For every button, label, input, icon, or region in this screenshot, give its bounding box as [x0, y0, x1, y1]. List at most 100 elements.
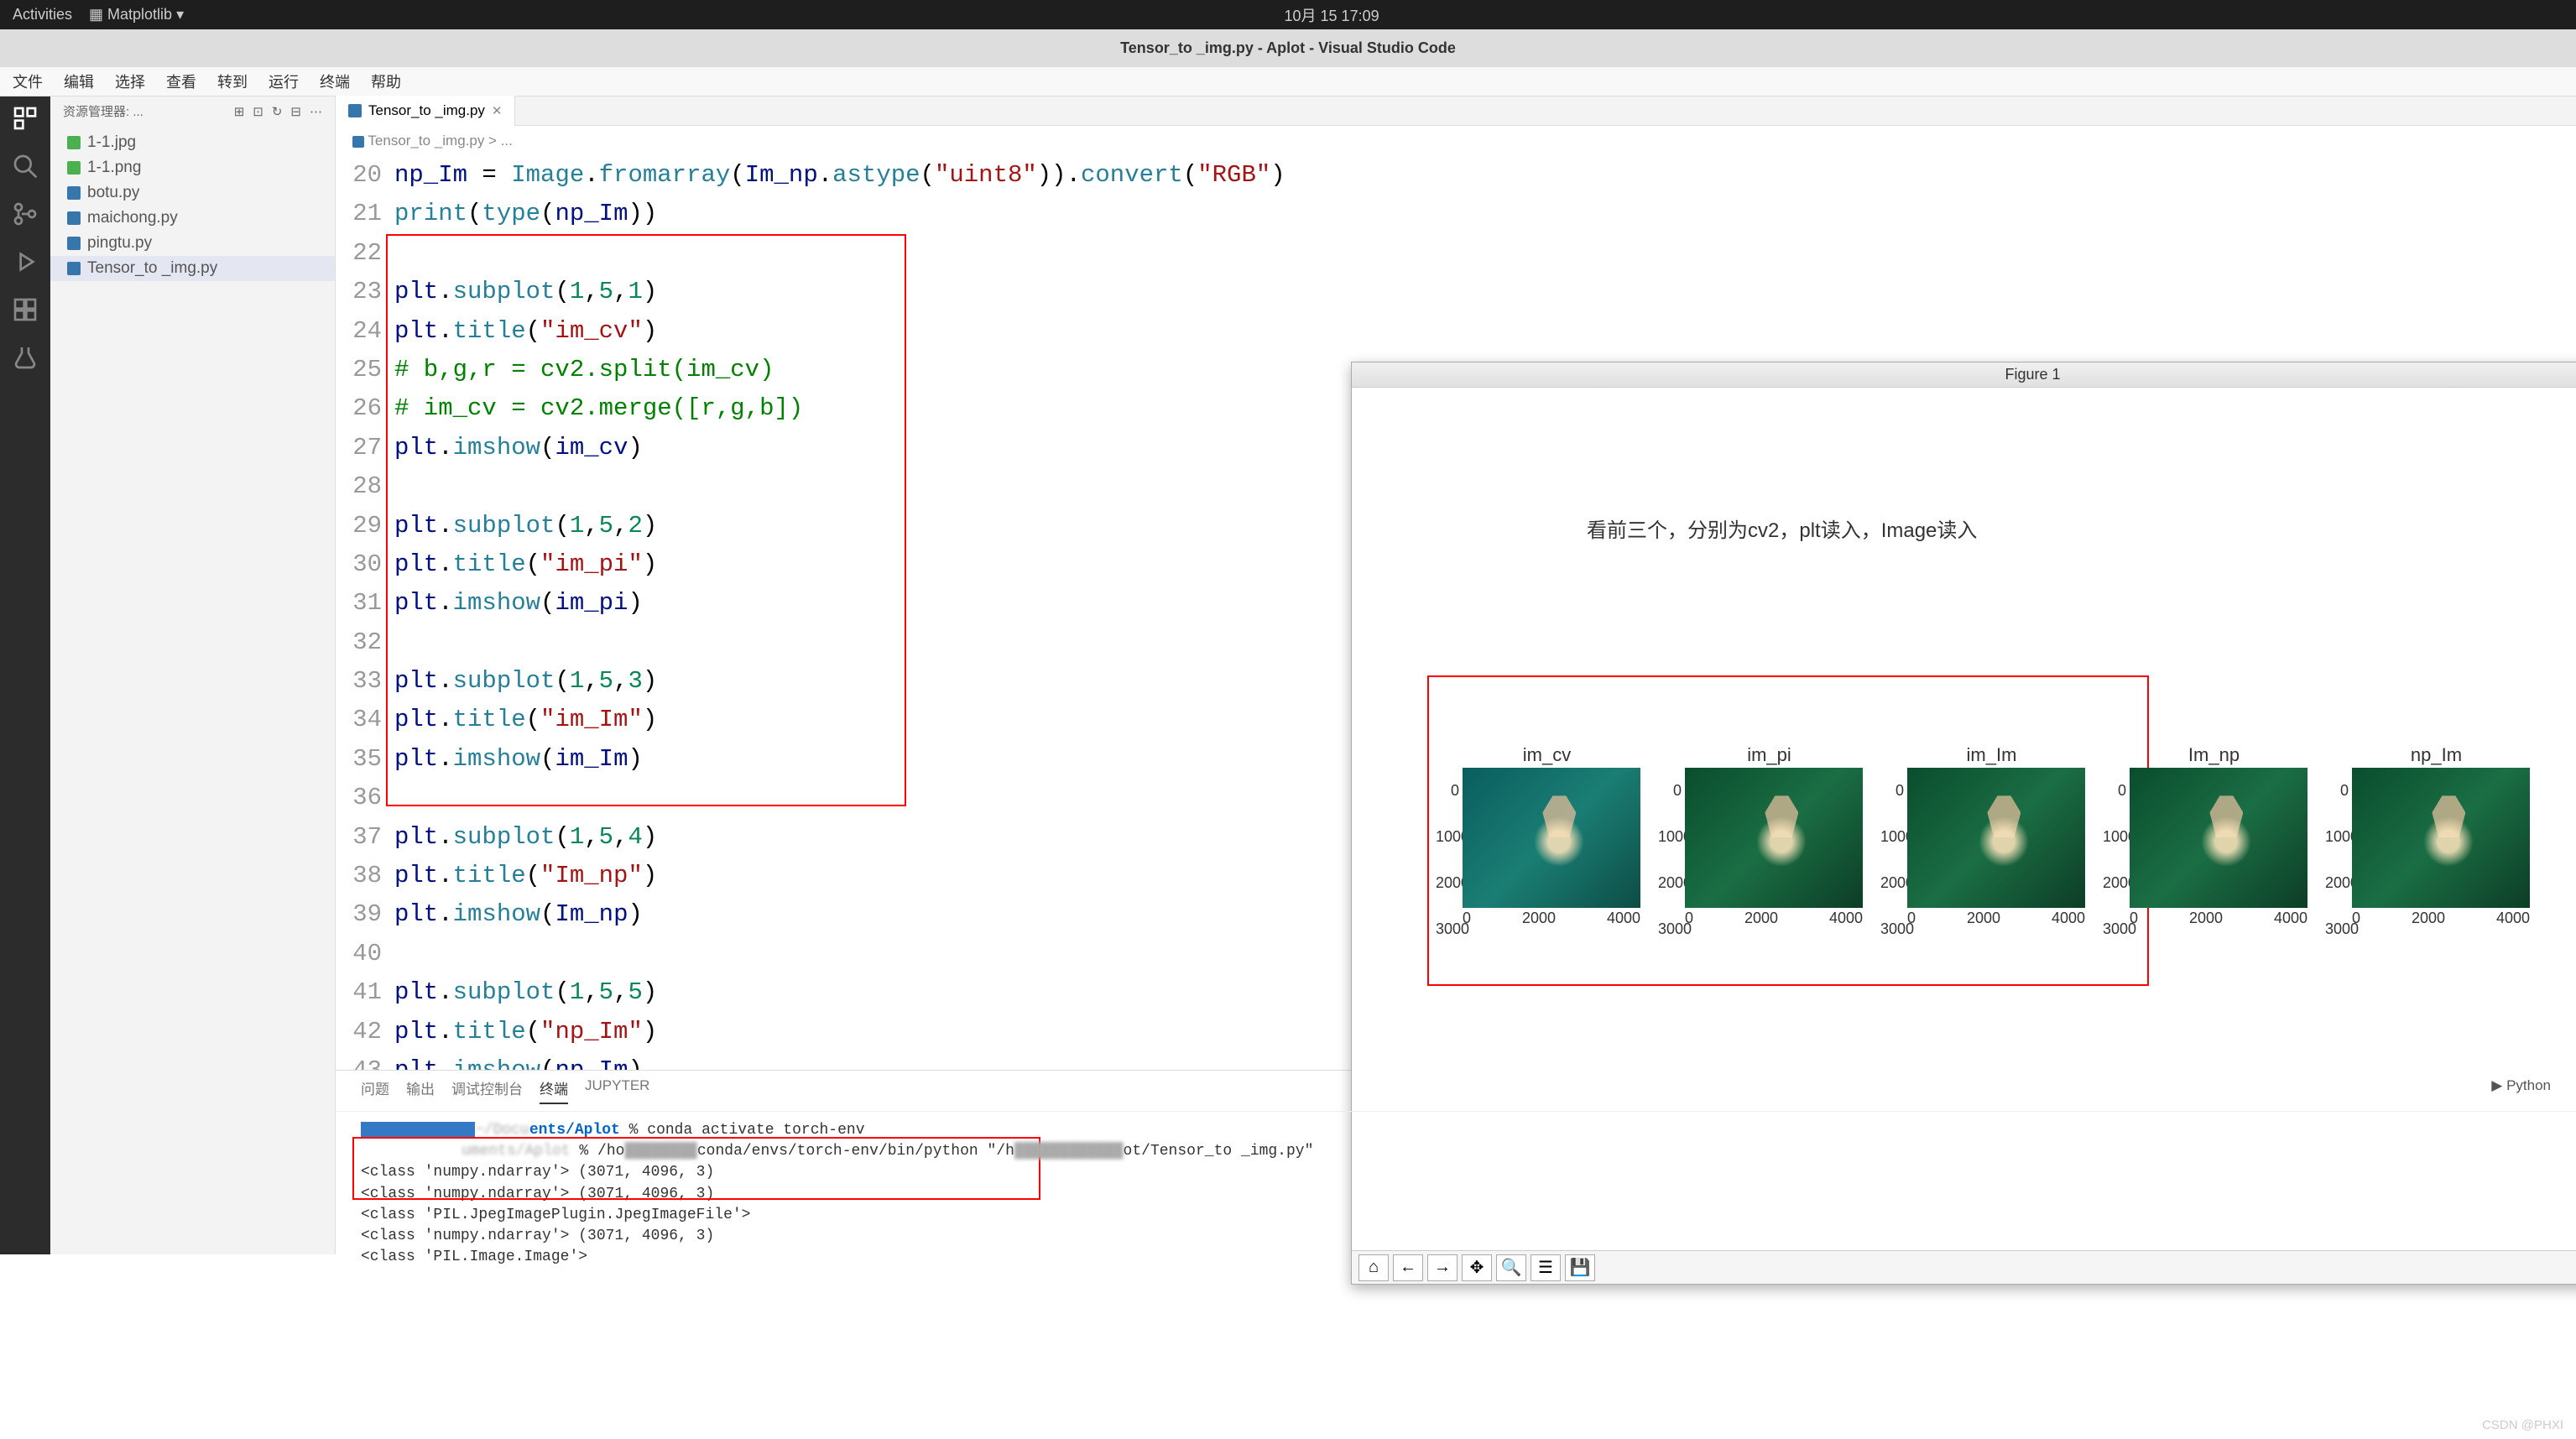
subplot-title: im_pi: [1658, 744, 1880, 766]
breadcrumb-text: Tensor_to _img.py > ...: [368, 133, 512, 149]
new-folder-icon[interactable]: ⊡: [253, 104, 263, 119]
menu-item[interactable]: 文件: [8, 69, 47, 94]
window-title-bar: Tensor_to _img.py - Aplot - Visual Studi…: [0, 29, 2576, 67]
extensions-icon[interactable]: [12, 296, 39, 323]
panel-tab[interactable]: 终端: [540, 1077, 568, 1104]
x-axis-ticks: 020004000: [1685, 910, 1863, 927]
line-number: 25: [336, 351, 382, 389]
code-line[interactable]: np_Im = Image.fromarray(Im_np.astype("ui…: [394, 156, 2576, 195]
activities-button[interactable]: Activities: [13, 6, 72, 23]
line-number: 24: [336, 312, 382, 351]
collapse-icon[interactable]: ⊟: [290, 104, 301, 119]
panel-tabs: 问题输出调试控制台终端 JUPYTER ▶ Python: [336, 1071, 2576, 1112]
tab-bar: Tensor_to _img.py ✕: [336, 96, 2576, 126]
file-item[interactable]: Tensor_to _img.py: [50, 256, 335, 281]
line-number: 40: [336, 935, 382, 973]
line-number: 31: [336, 584, 382, 623]
panel-tab[interactable]: 调试控制台: [451, 1077, 523, 1104]
terminal-line: ~/Docuents/Aplot % conda activate torch-…: [361, 1120, 2551, 1141]
terminal-output[interactable]: ~/Docuents/Aplot % conda activate torch-…: [336, 1112, 2576, 1276]
python-file-icon: [67, 262, 81, 275]
refresh-icon[interactable]: ↻: [272, 104, 283, 119]
file-name-label: maichong.py: [87, 209, 178, 227]
testing-icon[interactable]: [12, 344, 39, 371]
menu-item[interactable]: 帮助: [367, 69, 405, 94]
subplot: im_Im0100020003000020004000: [1880, 744, 2103, 927]
gnome-top-bar: Activities ▦ Matplotlib ▾ 10月 15 17:09: [0, 0, 2576, 29]
app-indicator[interactable]: ▦ Matplotlib ▾: [89, 6, 184, 23]
activity-bar: [0, 96, 50, 1254]
y-axis-ticks: 0100020003000: [2103, 768, 2126, 952]
line-number: 43: [336, 1051, 382, 1070]
menu-item[interactable]: 终端: [315, 69, 354, 94]
line-number-gutter: 2021222324252627282930313233343536373839…: [336, 156, 394, 1070]
subplot-image: [2130, 768, 2307, 908]
file-name-label: 1-1.png: [87, 159, 141, 177]
sidebar-header: 资源管理器: ... ⊞ ⊡ ↻ ⊟ ⋯: [50, 96, 335, 126]
tab-label: Tensor_to _img.py: [368, 102, 485, 119]
y-axis-ticks: 0100020003000: [2325, 768, 2349, 952]
line-number: 28: [336, 467, 382, 506]
search-icon[interactable]: [12, 153, 39, 180]
menu-item[interactable]: 查看: [162, 69, 201, 94]
terminal-language-indicator[interactable]: ▶ Python: [2491, 1077, 2551, 1094]
new-file-icon[interactable]: ⊞: [234, 104, 245, 119]
line-number: 39: [336, 895, 382, 934]
code-line[interactable]: plt.subplot(1,5,1): [394, 273, 2576, 311]
code-line[interactable]: [394, 234, 2576, 273]
menu-item[interactable]: 运行: [264, 69, 303, 94]
file-list: 1-1.jpg 1-1.png botu.py maichong.py pingtu.p…: [50, 126, 335, 285]
menu-item[interactable]: 转到: [213, 69, 252, 94]
line-number: 35: [336, 740, 382, 779]
file-name-label: Tensor_to _img.py: [87, 259, 217, 278]
code-line[interactable]: print(type(np_Im)): [394, 195, 2576, 233]
figure-titlebar[interactable]: Figure 1 — ▢ ✕: [1352, 362, 2576, 388]
subplot-title: im_cv: [1436, 744, 1658, 766]
figure-title: Figure 1: [2005, 366, 2060, 383]
line-number: 29: [336, 507, 382, 545]
terminal-output-line: <class 'numpy.ndarray'> (3071, 4096, 3): [361, 1226, 2551, 1247]
terminal-line: uments/Aplot % /ho████████conda/envs/tor…: [361, 1141, 2551, 1162]
editor-area: Tensor_to _img.py ✕ Tensor_to _img.py > …: [336, 96, 2576, 1254]
subplot-title: np_Im: [2325, 744, 2547, 766]
file-item[interactable]: botu.py: [50, 180, 335, 206]
explorer-sidebar: 资源管理器: ... ⊞ ⊡ ↻ ⊟ ⋯ 1-1.jpg 1-1.png botu.…: [50, 96, 336, 1254]
line-number: 27: [336, 429, 382, 467]
panel-tab[interactable]: 输出: [406, 1077, 435, 1104]
panel-tab[interactable]: JUPYTER: [585, 1077, 649, 1104]
close-tab-icon[interactable]: ✕: [492, 103, 503, 118]
subplot-image: [2352, 768, 2530, 908]
file-item[interactable]: maichong.py: [50, 206, 335, 231]
image-file-icon: [67, 136, 81, 149]
line-number: 37: [336, 818, 382, 857]
y-axis-ticks: 0100020003000: [1436, 768, 1459, 952]
source-control-icon[interactable]: [12, 201, 39, 227]
subplot-image: [1463, 768, 1640, 908]
subplot-row: im_cv0100020003000020004000im_pi01000200…: [1436, 744, 2547, 927]
file-item[interactable]: 1-1.png: [50, 155, 335, 180]
x-axis-ticks: 020004000: [1907, 910, 2085, 927]
x-axis-ticks: 020004000: [2130, 910, 2307, 927]
editor-tab[interactable]: Tensor_to _img.py ✕: [336, 96, 515, 126]
line-number: 23: [336, 273, 382, 311]
line-number: 20: [336, 156, 382, 195]
x-axis-ticks: 020004000: [1463, 910, 1640, 927]
menu-item[interactable]: 选择: [111, 69, 149, 94]
line-number: 21: [336, 195, 382, 233]
python-file-icon: [67, 211, 81, 225]
python-file-icon: [67, 237, 81, 250]
file-item[interactable]: 1-1.jpg: [50, 130, 335, 155]
code-line[interactable]: plt.title("im_cv"): [394, 312, 2576, 351]
subplot-image: [1685, 768, 1863, 908]
panel-tab[interactable]: 问题: [361, 1077, 389, 1104]
breadcrumb[interactable]: Tensor_to _img.py > ...: [336, 126, 2576, 156]
more-icon[interactable]: ⋯: [310, 104, 322, 119]
terminal-output-line: <class 'numpy.ndarray'> (3071, 4096, 3): [361, 1184, 2551, 1205]
menu-item[interactable]: 编辑: [60, 69, 98, 94]
debug-icon[interactable]: [12, 248, 39, 275]
file-item[interactable]: pingtu.py: [50, 231, 335, 256]
explorer-icon[interactable]: [12, 105, 39, 132]
python-file-icon: [67, 186, 81, 200]
terminal-language-label: Python: [2506, 1077, 2551, 1093]
sidebar-toolbar: ⊞ ⊡ ↻ ⊟ ⋯: [234, 104, 322, 119]
